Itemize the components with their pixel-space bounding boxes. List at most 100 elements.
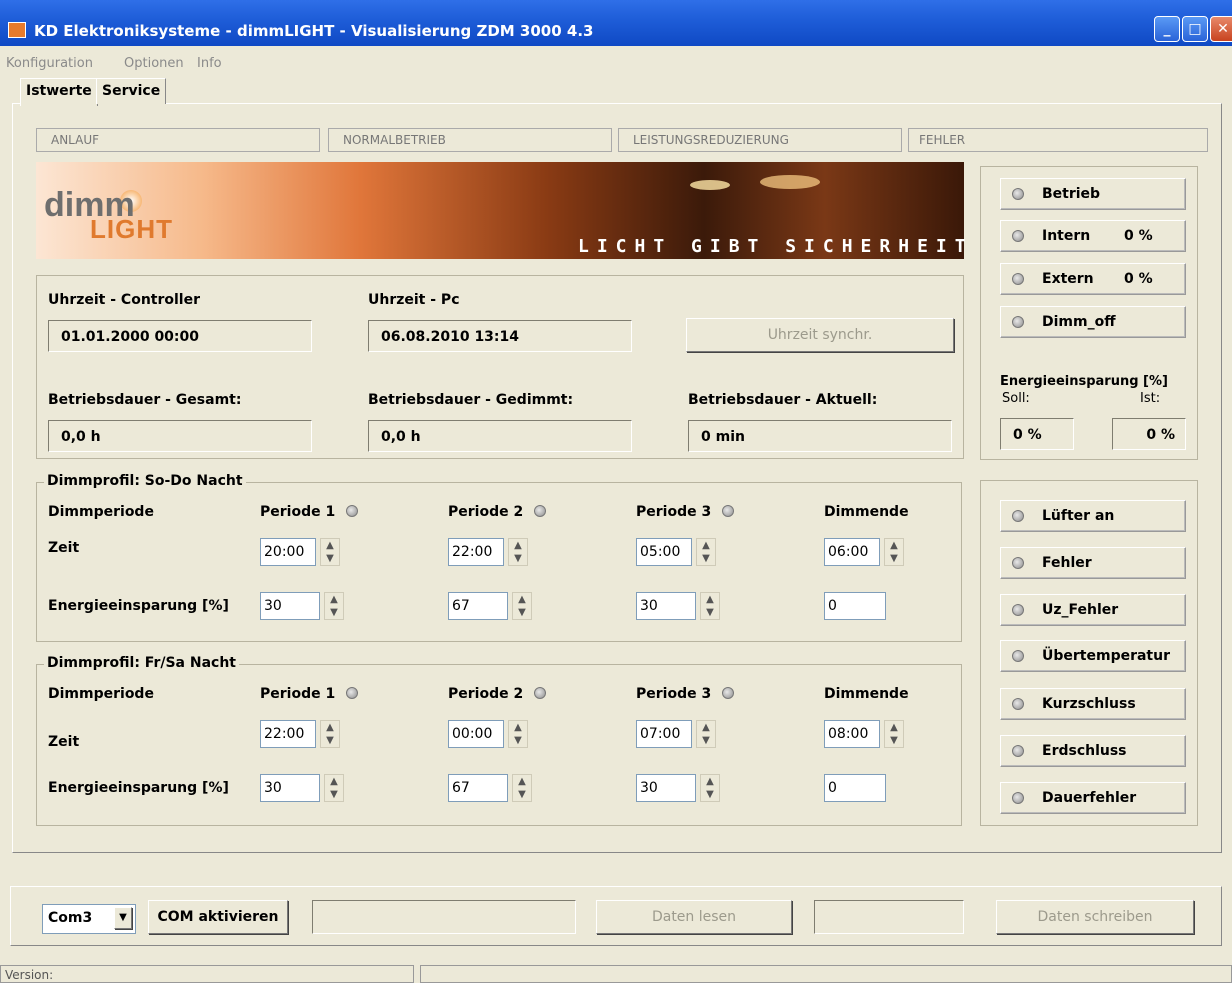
profile-1-period-3: Periode 3 bbox=[636, 504, 712, 520]
profile-1-saving-label: Energieeinsparung [%] bbox=[48, 598, 229, 614]
energy-saving-title: Energieeinsparung [%] bbox=[1000, 374, 1168, 389]
spin-arrows-icon[interactable]: ▲ ▼ bbox=[324, 592, 344, 620]
luefter-led-icon bbox=[1012, 510, 1024, 522]
profile-2-time-2[interactable]: 00:00 bbox=[448, 720, 504, 748]
logo-light-text: LIGHT bbox=[90, 214, 173, 244]
banner-light-decoration bbox=[760, 175, 820, 189]
spin-arrows-icon[interactable]: ▲ ▼ bbox=[324, 774, 344, 802]
profile-1-period-2: Periode 2 bbox=[448, 504, 524, 520]
period-3-indicator-icon bbox=[722, 505, 734, 517]
uebertemperatur-label: Übertemperatur bbox=[1042, 648, 1170, 664]
profile-1-saving-1[interactable]: 30 bbox=[260, 592, 320, 620]
profile-1-period-label: Dimmperiode bbox=[48, 504, 154, 520]
energy-soll-label: Soll: bbox=[1002, 391, 1030, 406]
period-2-indicator-icon bbox=[534, 505, 546, 517]
extern-led-icon bbox=[1012, 273, 1024, 285]
spin-arrows-icon[interactable]: ▲ ▼ bbox=[320, 538, 340, 566]
maximize-button[interactable]: □ bbox=[1182, 16, 1208, 42]
menu-info[interactable]: Info bbox=[197, 56, 222, 71]
activate-com-button[interactable]: COM aktivieren bbox=[148, 900, 288, 934]
profile-2-time-end[interactable]: 08:00 bbox=[824, 720, 880, 748]
fehler-label: Fehler bbox=[1042, 555, 1092, 571]
spin-arrows-icon[interactable]: ▲ ▼ bbox=[512, 592, 532, 620]
status-anlauf: ANLAUF bbox=[36, 128, 320, 152]
runtime-total-field: 0,0 h bbox=[48, 420, 312, 452]
status-panel bbox=[420, 965, 1232, 983]
betrieb-led-icon bbox=[1012, 188, 1024, 200]
spin-arrows-icon[interactable]: ▲ ▼ bbox=[700, 592, 720, 620]
luefter-label: Lüfter an bbox=[1042, 508, 1115, 524]
spin-arrows-icon[interactable]: ▲ ▼ bbox=[696, 538, 716, 566]
profile-2-period-label: Dimmperiode bbox=[48, 686, 154, 702]
runtime-dimmed-field: 0,0 h bbox=[368, 420, 632, 452]
uz-fehler-label: Uz_Fehler bbox=[1042, 602, 1119, 618]
profile-2-time-3[interactable]: 07:00 bbox=[636, 720, 692, 748]
period-2-indicator-icon bbox=[534, 687, 546, 699]
sync-time-button[interactable]: Uhrzeit synchr. bbox=[686, 318, 954, 352]
pc-time-label: Uhrzeit - Pc bbox=[368, 292, 460, 308]
banner-light-decoration bbox=[690, 180, 730, 190]
extern-value: 0 % bbox=[1124, 271, 1153, 287]
profile-1-saving-end[interactable]: 0 bbox=[824, 592, 886, 620]
spin-arrows-icon[interactable]: ▲ ▼ bbox=[884, 538, 904, 566]
close-button[interactable]: ✕ bbox=[1210, 16, 1232, 42]
intern-indicator bbox=[1000, 220, 1186, 252]
profile-1-time-3[interactable]: 05:00 bbox=[636, 538, 692, 566]
tab-istwerte[interactable]: Istwerte bbox=[20, 78, 98, 106]
energy-ist-label: Ist: bbox=[1140, 391, 1161, 406]
profile-1-period-1: Periode 1 bbox=[260, 504, 336, 520]
status-leistungsreduzierung: LEISTUNGSREDUZIERUNG bbox=[618, 128, 902, 152]
profile-2-saving-3[interactable]: 30 bbox=[636, 774, 696, 802]
chevron-down-icon[interactable]: ▼ bbox=[114, 907, 132, 929]
fehler-led-icon bbox=[1012, 557, 1024, 569]
write-data-button[interactable]: Daten schreiben bbox=[996, 900, 1194, 934]
period-3-indicator-icon bbox=[722, 687, 734, 699]
intern-value: 0 % bbox=[1124, 228, 1153, 244]
profile-2-saving-2[interactable]: 67 bbox=[448, 774, 508, 802]
dimm-off-led-icon bbox=[1012, 316, 1024, 328]
com-status-field bbox=[312, 900, 576, 934]
runtime-dimmed-label: Betriebsdauer - Gedimmt: bbox=[368, 392, 574, 408]
dauerfehler-label: Dauerfehler bbox=[1042, 790, 1137, 806]
uz-fehler-led-icon bbox=[1012, 604, 1024, 616]
energy-ist-field: 0 % bbox=[1112, 418, 1186, 450]
read-data-button[interactable]: Daten lesen bbox=[596, 900, 792, 934]
intern-label: Intern bbox=[1042, 228, 1091, 244]
dauerfehler-led-icon bbox=[1012, 792, 1024, 804]
profile-1-saving-3[interactable]: 30 bbox=[636, 592, 696, 620]
controller-time-field: 01.01.2000 00:00 bbox=[48, 320, 312, 352]
profile-2-period-3: Periode 3 bbox=[636, 686, 712, 702]
kurzschluss-label: Kurzschluss bbox=[1042, 696, 1136, 712]
erdschluss-label: Erdschluss bbox=[1042, 743, 1127, 759]
spin-arrows-icon[interactable]: ▲ ▼ bbox=[884, 720, 904, 748]
spin-arrows-icon[interactable]: ▲ ▼ bbox=[512, 774, 532, 802]
profile-1-time-2[interactable]: 22:00 bbox=[448, 538, 504, 566]
extern-label: Extern bbox=[1042, 271, 1094, 287]
spin-arrows-icon[interactable]: ▲ ▼ bbox=[508, 720, 528, 748]
read-status-field bbox=[814, 900, 964, 934]
profile-1-time-1[interactable]: 20:00 bbox=[260, 538, 316, 566]
intern-led-icon bbox=[1012, 230, 1024, 242]
period-1-indicator-icon bbox=[346, 505, 358, 517]
profile-2-saving-end[interactable]: 0 bbox=[824, 774, 886, 802]
spin-arrows-icon[interactable]: ▲ ▼ bbox=[508, 538, 528, 566]
profile-2-title: Dimmprofil: Fr/Sa Nacht bbox=[44, 655, 239, 671]
dimm-off-label: Dimm_off bbox=[1042, 314, 1116, 330]
com-port-value: Com3 bbox=[48, 910, 93, 926]
spin-arrows-icon[interactable]: ▲ ▼ bbox=[700, 774, 720, 802]
tab-service[interactable]: Service bbox=[96, 78, 167, 104]
spin-arrows-icon[interactable]: ▲ ▼ bbox=[696, 720, 716, 748]
profile-2-saving-1[interactable]: 30 bbox=[260, 774, 320, 802]
menu-konfiguration[interactable]: Konfiguration bbox=[6, 56, 93, 71]
menu-optionen[interactable]: Optionen bbox=[124, 56, 184, 71]
spin-arrows-icon[interactable]: ▲ ▼ bbox=[320, 720, 340, 748]
profile-1-time-end[interactable]: 06:00 bbox=[824, 538, 880, 566]
minimize-button[interactable]: _ bbox=[1154, 16, 1180, 42]
profile-2-time-label: Zeit bbox=[48, 734, 80, 750]
profile-1-end: Dimmende bbox=[824, 504, 909, 520]
period-1-indicator-icon bbox=[346, 687, 358, 699]
status-normalbetrieb: NORMALBETRIEB bbox=[328, 128, 612, 152]
profile-2-time-1[interactable]: 22:00 bbox=[260, 720, 316, 748]
version-status: Version: bbox=[0, 965, 414, 983]
profile-1-saving-2[interactable]: 67 bbox=[448, 592, 508, 620]
